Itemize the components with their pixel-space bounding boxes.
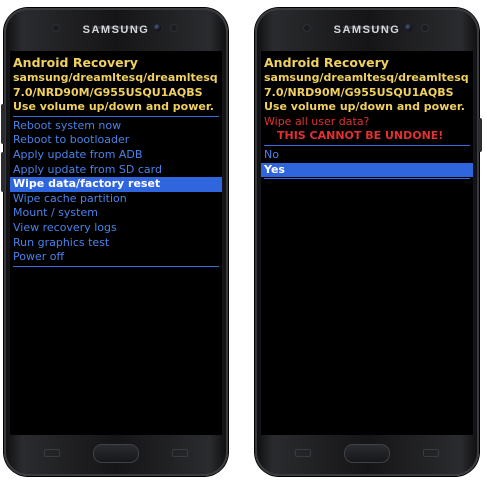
divider-bottom	[13, 265, 219, 267]
instructions-line: Use volume up/down and power.	[13, 100, 214, 114]
recent-apps-icon[interactable]	[44, 449, 60, 457]
recent-apps-icon[interactable]	[295, 449, 311, 457]
home-button[interactable]	[93, 444, 139, 463]
home-button[interactable]	[344, 444, 390, 463]
menu-item-yes[interactable]: Yes	[261, 162, 473, 178]
menu-item-apply-sd[interactable]: Apply update from SD card	[10, 163, 222, 178]
recovery-screen: Android Recovery samsung/dreamltesq/drea…	[261, 51, 473, 435]
instructions-line: Use volume up/down and power.	[264, 100, 465, 114]
build-version-line: 7.0/NRD90M/G955USQU1AQBS	[13, 85, 203, 99]
build-fingerprint-line: samsung/dreamltesq/dreamltesq	[264, 71, 469, 84]
build-fingerprint-line: samsung/dreamltesq/dreamltesq	[13, 71, 218, 84]
phone-right: SAMSUNG Android Recovery samsung/dreamlt…	[255, 8, 482, 476]
wipe-question: Wipe all user data?	[264, 114, 370, 128]
menu-item-reboot-bootloader[interactable]: Reboot to bootloader	[10, 133, 222, 148]
menu-item-graphics-test[interactable]: Run graphics test	[10, 236, 222, 251]
menu-item-wipe-cache[interactable]: Wipe cache partition	[10, 192, 222, 207]
divider-bottom	[264, 178, 470, 180]
menu-item-mount-system[interactable]: Mount / system	[10, 206, 222, 221]
volume-button-2[interactable]	[1, 152, 5, 192]
bottom-bezel	[4, 436, 228, 466]
volume-button[interactable]	[1, 104, 5, 144]
menu-item-apply-adb[interactable]: Apply update from ADB	[10, 148, 222, 163]
menu-item-power-off[interactable]: Power off	[10, 250, 222, 265]
menu-item-wipe-data[interactable]: Wipe data/factory reset	[10, 177, 222, 192]
confirm-menu: No Yes	[261, 148, 473, 178]
divider	[264, 144, 470, 146]
undone-warning: THIS CANNOT BE UNDONE!	[277, 129, 444, 143]
power-button[interactable]	[478, 118, 482, 152]
menu-item-no[interactable]: No	[261, 148, 473, 163]
build-version-line: 7.0/NRD90M/G955USQU1AQBS	[264, 85, 454, 99]
brand-logo: SAMSUNG	[82, 24, 150, 36]
divider	[13, 115, 219, 117]
recovery-title: Android Recovery	[13, 55, 138, 70]
recovery-menu: Reboot system now Reboot to bootloader A…	[10, 119, 222, 265]
recovery-screen: Android Recovery samsung/dreamltesq/drea…	[10, 51, 222, 435]
brand-logo: SAMSUNG	[333, 24, 401, 36]
menu-item-view-logs[interactable]: View recovery logs	[10, 221, 222, 236]
back-icon[interactable]	[423, 449, 439, 457]
back-icon[interactable]	[172, 449, 188, 457]
phone-left: SAMSUNG Android Recovery samsung/dreamlt…	[1, 8, 228, 476]
recovery-title: Android Recovery	[264, 55, 389, 70]
menu-item-reboot-system[interactable]: Reboot system now	[10, 119, 222, 134]
bottom-bezel	[255, 436, 479, 466]
